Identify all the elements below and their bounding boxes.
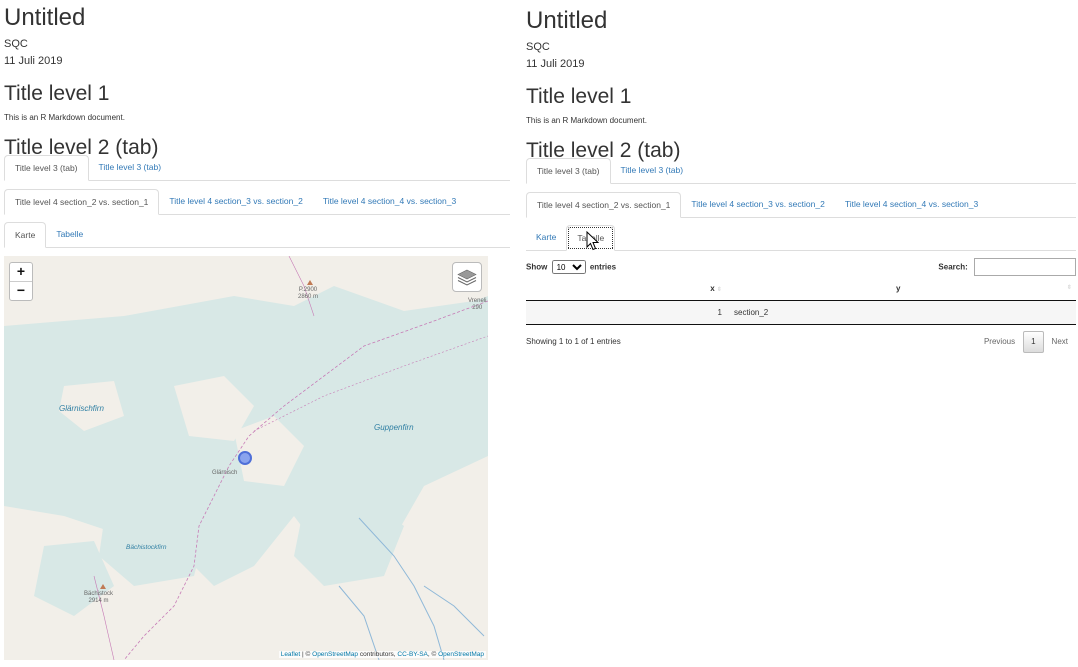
tabs-level-5: Karte Tabelle bbox=[4, 222, 510, 248]
datatable-footer: Showing 1 to 1 of 1 entries Previous 1 N… bbox=[526, 329, 1076, 359]
osm-link-1[interactable]: OpenStreetMap bbox=[312, 651, 358, 658]
tabs-level-5: Karte Tabelle bbox=[526, 225, 1076, 251]
map-tiles bbox=[4, 256, 488, 660]
datatable: Show 10 entries Search: x ⇳ y ⇳ 1 sectio… bbox=[526, 252, 1076, 359]
tab-level-3-first[interactable]: Title level 3 (tab) bbox=[526, 158, 611, 184]
map-label-vreneli: Vreneli 290 bbox=[468, 298, 486, 312]
sort-icon: ⇳ bbox=[1066, 284, 1072, 291]
table-info: Showing 1 to 1 of 1 entries bbox=[526, 337, 621, 346]
entries-label: entries bbox=[589, 262, 617, 272]
pagination: Previous 1 Next bbox=[976, 331, 1076, 353]
search-input[interactable] bbox=[974, 258, 1076, 276]
column-header-x[interactable]: x ⇳ bbox=[526, 276, 728, 301]
mouse-cursor-icon bbox=[586, 231, 600, 251]
tabs-level-4: Title level 4 section_2 vs. section_1 Ti… bbox=[4, 189, 510, 215]
column-header-x-label: x bbox=[710, 283, 715, 293]
datatable-controls: Show 10 entries Search: bbox=[526, 252, 1076, 276]
location-marker[interactable] bbox=[238, 451, 252, 465]
tab-level-4-section4-vs-section3[interactable]: Title level 4 section_4 vs. section_3 bbox=[835, 192, 988, 217]
column-header-y-label: y bbox=[896, 283, 901, 293]
tab-level-3-second[interactable]: Title level 3 (tab) bbox=[89, 155, 172, 180]
layers-icon bbox=[457, 269, 477, 286]
sort-icon: ⇳ bbox=[716, 286, 722, 293]
tabs-level-3: Title level 3 (tab) Title level 3 (tab) bbox=[526, 158, 1076, 184]
tab-level-4-section2-vs-section1[interactable]: Title level 4 section_2 vs. section_1 bbox=[4, 189, 160, 215]
map-label-bachistockfirn: Bächistockfirn bbox=[126, 544, 167, 551]
tab-level-4-section4-vs-section3[interactable]: Title level 4 section_4 vs. section_3 bbox=[313, 189, 466, 214]
date: 11 Juli 2019 bbox=[4, 55, 63, 67]
tab-karte[interactable]: Karte bbox=[4, 222, 47, 248]
next-button[interactable]: Next bbox=[1044, 332, 1076, 352]
show-label: Show bbox=[526, 262, 548, 272]
entries-length-select[interactable]: 10 bbox=[551, 260, 586, 274]
date: 11 Juli 2019 bbox=[526, 58, 585, 70]
paragraph: This is an R Markdown document. bbox=[4, 113, 125, 122]
right-pane: Untitled SQC 11 Juli 2019 Title level 1 … bbox=[522, 0, 1078, 667]
column-header-y[interactable]: y ⇳ bbox=[728, 276, 1076, 301]
search-control: Search: bbox=[938, 258, 1076, 276]
search-label: Search: bbox=[938, 262, 968, 272]
license-link[interactable]: CC-BY-SA bbox=[397, 651, 427, 658]
document-title: Untitled bbox=[526, 7, 608, 34]
table-cell-index: 1 bbox=[526, 300, 728, 325]
tab-level-4-section2-vs-section1[interactable]: Title level 4 section_2 vs. section_1 bbox=[526, 192, 682, 218]
attribution-separator: | © bbox=[300, 651, 313, 658]
author: SQC bbox=[526, 41, 550, 53]
attribution-separator-2: , © bbox=[427, 651, 439, 658]
tab-karte[interactable]: Karte bbox=[526, 225, 566, 250]
bachistock-name: Bächistock bbox=[84, 591, 114, 597]
tab-level-4-section3-vs-section2[interactable]: Title level 4 section_3 vs. section_2 bbox=[681, 192, 834, 217]
map-label-guppenfirn: Guppenfirn bbox=[374, 423, 414, 432]
left-pane: Untitled SQC 11 Juli 2019 Title level 1 … bbox=[0, 0, 512, 667]
zoom-control: + − bbox=[9, 262, 33, 301]
previous-button[interactable]: Previous bbox=[976, 332, 1023, 352]
zoom-out-button[interactable]: − bbox=[10, 281, 32, 300]
peak-name: P.2900 bbox=[298, 287, 318, 293]
tab-level-3-second[interactable]: Title level 3 (tab) bbox=[611, 158, 694, 183]
vreneli-name: Vreneli bbox=[468, 298, 487, 304]
page-button-1[interactable]: 1 bbox=[1023, 331, 1044, 353]
tabs-level-4: Title level 4 section_2 vs. section_1 Ti… bbox=[526, 192, 1076, 218]
tabs-level-3: Title level 3 (tab) Title level 3 (tab) bbox=[4, 155, 510, 181]
data-table: x ⇳ y ⇳ 1 section_2 bbox=[526, 276, 1076, 325]
paragraph: This is an R Markdown document. bbox=[526, 116, 647, 125]
table-cell-y: section_2 bbox=[728, 300, 1076, 325]
bachistock-altitude: 2914 m bbox=[88, 598, 109, 604]
heading-level-1: Title level 1 bbox=[526, 85, 632, 108]
map-label-peak: P.2900 2860 m bbox=[298, 287, 318, 301]
document-title: Untitled bbox=[4, 4, 86, 31]
table-row[interactable]: 1 section_2 bbox=[526, 300, 1076, 325]
map-attribution: Leaflet | © OpenStreetMap contributors, … bbox=[278, 651, 486, 658]
map-label-glarnischfirn: Glärnischfirn bbox=[59, 404, 104, 413]
vreneli-altitude: 290 bbox=[472, 305, 483, 311]
leaflet-link[interactable]: Leaflet bbox=[281, 651, 301, 658]
leaflet-map[interactable]: Glärnischfirn Guppenfirn Bächistockfirn … bbox=[4, 256, 488, 660]
map-label-glarnisch: Glärnisch bbox=[212, 470, 238, 476]
author: SQC bbox=[4, 38, 28, 50]
layers-control-button[interactable] bbox=[452, 262, 482, 292]
peak-altitude: 2860 m bbox=[298, 294, 319, 300]
osm-link-2[interactable]: OpenStreetMap bbox=[438, 651, 484, 658]
tab-tabelle[interactable]: Tabelle bbox=[46, 222, 93, 247]
tab-level-4-section3-vs-section2[interactable]: Title level 4 section_3 vs. section_2 bbox=[159, 189, 312, 214]
attribution-contributors: contributors, bbox=[358, 651, 398, 658]
tab-level-3-first[interactable]: Title level 3 (tab) bbox=[4, 155, 89, 181]
length-control: Show 10 entries bbox=[526, 260, 616, 274]
zoom-in-button[interactable]: + bbox=[10, 263, 32, 281]
table-header-row: x ⇳ y ⇳ bbox=[526, 276, 1076, 301]
map-label-bachistock: Bächistock 2914 m bbox=[84, 591, 113, 605]
heading-level-1: Title level 1 bbox=[4, 82, 110, 105]
